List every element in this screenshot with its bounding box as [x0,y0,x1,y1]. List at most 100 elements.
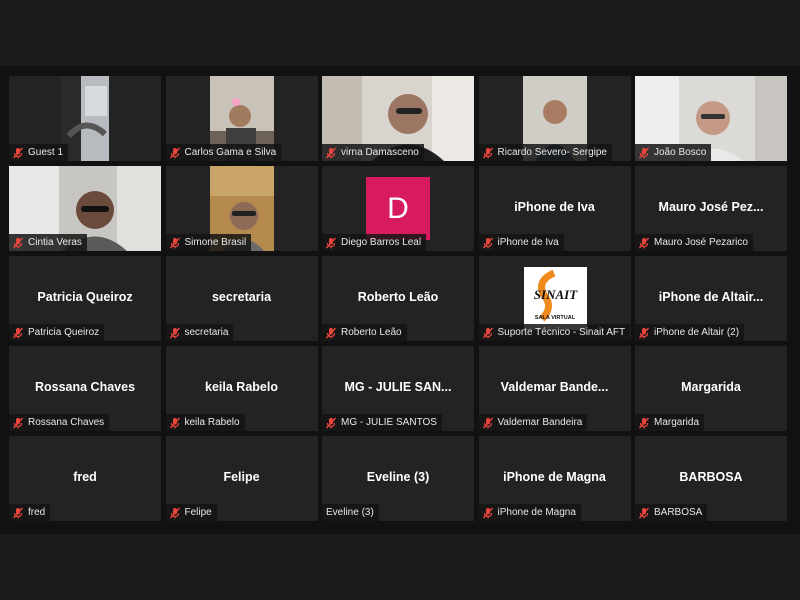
mic-muted-icon [638,507,650,519]
mic-muted-icon [169,417,181,429]
participant-tile[interactable]: Roberto Leão Roberto Leão [322,256,474,341]
participant-tile[interactable]: Guest 1 [9,76,161,161]
avatar: D [366,177,430,240]
participant-tile[interactable]: Margarida Margarida [635,346,787,431]
participant-tile[interactable]: secretaria secretaria [165,256,318,341]
mic-muted-icon [12,147,24,159]
mic-muted-icon [638,147,650,159]
mic-muted-icon [325,417,337,429]
participant-display-name: Mauro José Pez... [658,200,764,214]
participant-tile[interactable]: keila Rabelo keila Rabelo [165,346,318,431]
participant-display-name: Roberto Leão [357,290,439,304]
participant-video [61,76,109,161]
participant-name: iPhone de Magna [497,507,576,518]
bottom-bar [0,534,800,600]
participant-display-name: secretaria [211,290,272,304]
mic-muted-icon [325,327,337,339]
participant-name-label: Ricardo Severo- Sergipe [478,144,612,161]
participant-name-label: Guest 1 [9,144,69,161]
participant-display-name: Patricia Queiroz [37,290,133,304]
participant-display-name: iPhone de Iva [514,200,595,214]
mic-muted-icon [482,237,494,249]
participant-name: Diego Barros Leal [341,237,422,248]
participant-tile[interactable]: SINAIT SALA VIRTUAL Suporte Técnico - Sina… [478,256,631,341]
participant-name-label: Margarida [635,414,705,431]
participant-name: Eveline (3) [326,507,374,518]
participant-tile[interactable]: Patricia Queiroz Patricia Queiroz [9,256,161,341]
mic-muted-icon [169,237,181,249]
participant-name-label: Mauro José Pezarico [635,234,753,251]
participant-name-label: Felipe [165,504,217,521]
participant-name: Guest 1 [28,147,64,158]
participant-tile[interactable]: Ricardo Severo- Sergipe [478,76,631,161]
participant-name: BARBOSA [654,507,703,518]
participant-name-label: Simone Brasil [165,234,252,251]
participant-name-label: Roberto Leão [322,324,407,341]
participant-display-name: Eveline (3) [366,470,430,484]
participant-tile[interactable]: Valdemar Bande... Valdemar Bandeira [478,346,631,431]
mic-muted-icon [12,327,24,339]
participant-display-name: iPhone de Magna [503,470,606,484]
participant-name: Felipe [184,507,212,518]
participant-tile[interactable]: Mauro José Pez... Mauro José Pezarico [635,166,787,251]
participant-display-name: MG - JULIE SAN... [344,380,452,394]
participant-name-label: João Bosco [635,144,712,161]
mic-muted-icon [638,237,650,249]
participant-name-label: virna Damasceno [322,144,424,161]
mic-muted-icon [482,417,494,429]
participant-name: fred [28,507,46,518]
participant-display-name: Margarida [681,380,741,394]
participant-name-label: iPhone de Altair (2) [635,324,745,341]
mic-muted-icon [638,417,650,429]
participant-tile[interactable]: Eveline (3) Eveline (3) [322,436,474,521]
participant-name-label: fred [9,504,51,521]
participant-tile[interactable]: Felipe Felipe [165,436,318,521]
mic-muted-icon [169,327,181,339]
participant-name: Mauro José Pezarico [654,237,748,248]
participant-tile[interactable]: fred fred [9,436,161,521]
participant-name-label: Valdemar Bandeira [478,414,588,431]
participant-name: virna Damasceno [341,147,419,158]
participant-name: iPhone de Altair (2) [654,327,740,338]
mic-muted-icon [169,147,181,159]
participant-tile[interactable]: Cintia Veras [9,166,161,251]
participant-display-name: keila Rabelo [205,380,278,394]
participant-name-label: Diego Barros Leal [322,234,427,251]
logo-subtext: SALA VIRTUAL [534,315,576,321]
participant-name: Carlos Gama e Silva [184,147,277,158]
participant-name-label: Eveline (3) [322,504,379,521]
participant-name-label: secretaria [165,324,234,341]
participant-tile[interactable]: João Bosco [635,76,787,161]
logo-text: SINAIT [533,287,578,302]
participant-name-label: Carlos Gama e Silva [165,144,282,161]
participant-tile[interactable]: iPhone de Altair... iPhone de Altair (2) [635,256,787,341]
participant-name-label: keila Rabelo [165,414,245,431]
participant-tile[interactable]: BARBOSA BARBOSA [635,436,787,521]
participant-tile[interactable]: Rossana Chaves Rossana Chaves [9,346,161,431]
participant-display-name: BARBOSA [679,470,743,484]
participant-display-name: Valdemar Bande... [500,380,609,394]
participant-tile[interactable]: virna Damasceno [322,76,474,161]
participant-name: Ricardo Severo- Sergipe [497,147,608,158]
participant-display-name: iPhone de Altair... [658,290,764,304]
participant-name: Suporte Técnico - Sinait AFT [497,327,626,338]
participant-name-label: iPhone de Iva [478,234,564,251]
participant-display-name: Felipe [223,470,260,484]
participant-name: Cintia Veras [28,237,82,248]
participant-tile[interactable]: Carlos Gama e Silva [165,76,318,161]
mic-muted-icon [482,147,494,159]
participant-tile[interactable]: MG - JULIE SAN... MG - JULIE SANTOS [322,346,474,431]
participant-name: keila Rabelo [184,417,240,428]
top-bar [0,0,800,66]
participant-name-label: MG - JULIE SANTOS [322,414,442,431]
participant-name-label: Rossana Chaves [9,414,110,431]
participant-name: Valdemar Bandeira [497,417,583,428]
participant-display-name: Rossana Chaves [34,380,136,394]
participant-tile[interactable]: Simone Brasil [165,166,318,251]
mic-muted-icon [482,327,494,339]
participant-tile[interactable]: D Diego Barros Leal [322,166,474,251]
participant-tile[interactable]: iPhone de Magna iPhone de Magna [478,436,631,521]
mic-muted-icon [482,507,494,519]
participant-tile[interactable]: iPhone de Iva iPhone de Iva [478,166,631,251]
sinait-logo: SINAIT SALA VIRTUAL [523,267,587,330]
